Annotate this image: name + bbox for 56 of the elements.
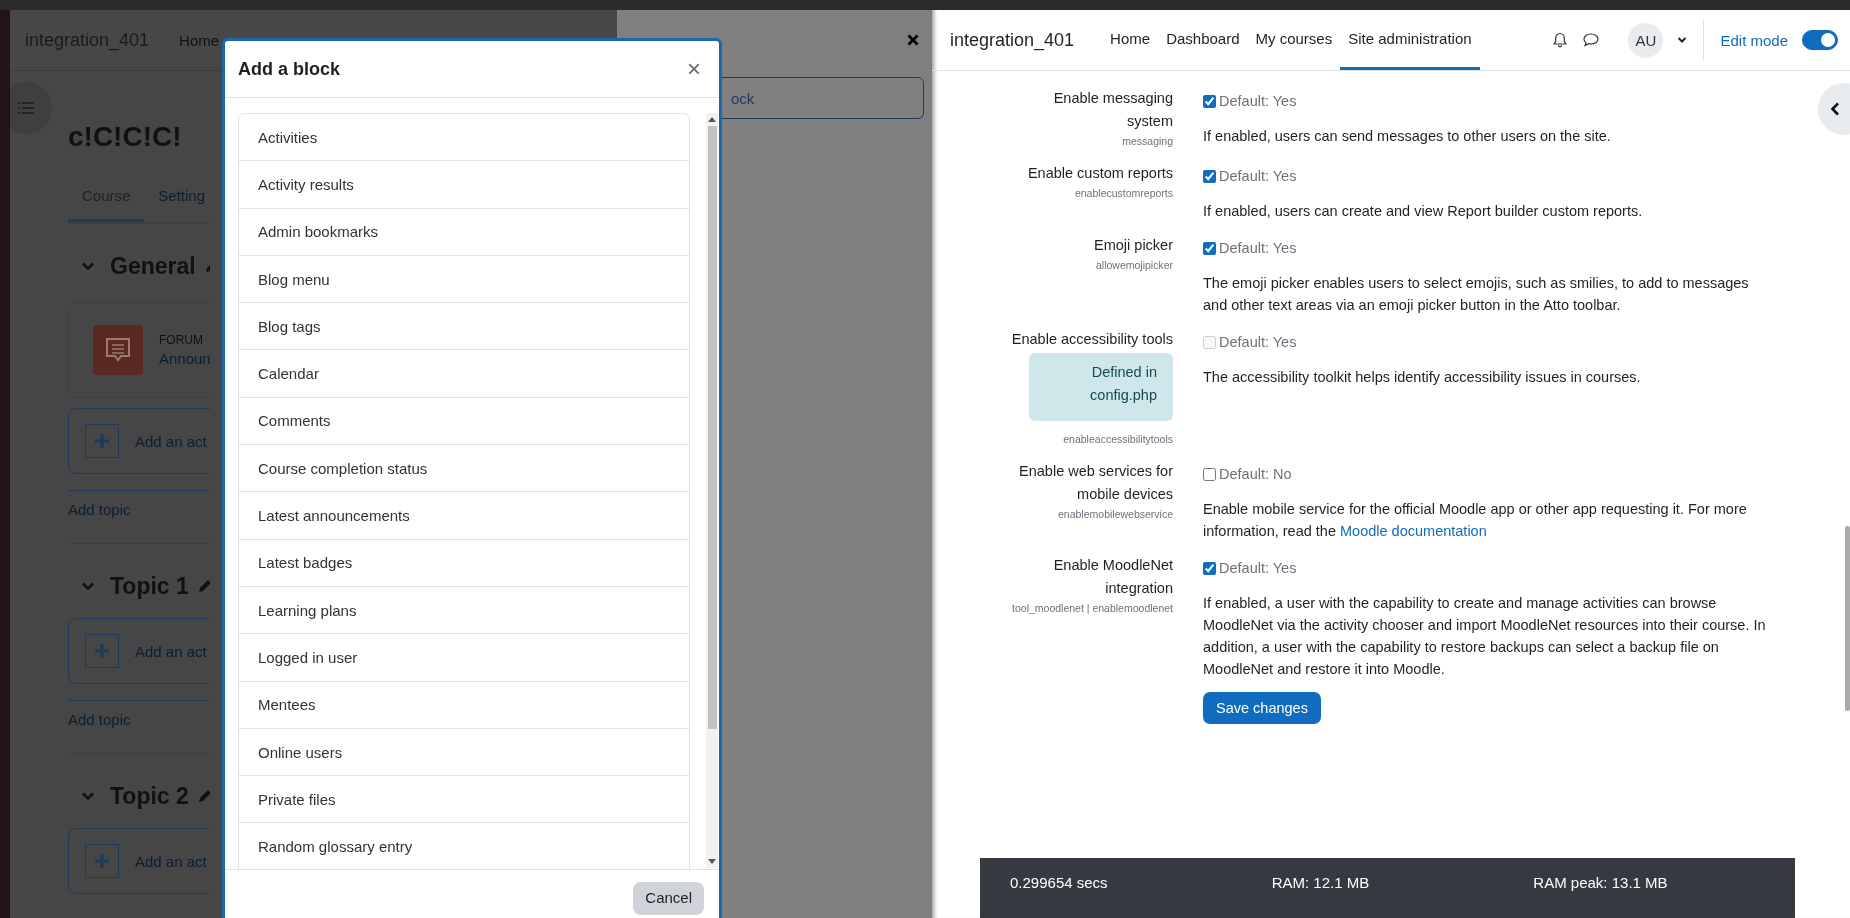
setting-description: If enabled, users can send messages to other users on the site. [1203,127,1612,146]
cancel-button[interactable]: Cancel [633,882,704,915]
block-option[interactable]: Online users [239,728,689,777]
default-value: Default: Yes [1219,240,1297,256]
setting-key: messaging [1122,133,1173,150]
block-option[interactable]: Latest badges [239,539,689,587]
setting-key: allowemojipicker [1095,257,1173,274]
user-avatar[interactable]: AU [1628,22,1664,58]
setting-label: Enable messaging system [1052,89,1173,131]
block-option[interactable]: Latest announcements [239,492,689,540]
block-option[interactable]: Activity results [239,161,689,209]
footer-stat: RAM: 12.1 MB [1271,874,1371,893]
block-option[interactable]: Admin bookmarks [239,208,689,256]
setting-key: enableaccessibilitytools [1063,431,1173,448]
nav-link[interactable]: Dashboard [1158,10,1248,70]
block-option[interactable]: Blog tags [239,303,689,351]
setting-label: Emoji picker [1094,236,1173,255]
block-option[interactable]: Course completion status [239,445,689,493]
setting-description: If enabled, a user with the capability to create and manage activities can browse MoodleNet via the activity chooser and import MoodleNet resources into their course. In addition, a user with the capability to restore backups can select a backup file on MoodleNet and restore it into Moodle. [1203,594,1767,679]
edit-mode-label[interactable]: Edit mode [1720,31,1788,49]
default-value: Default: Yes [1219,93,1297,109]
nav-link[interactable]: Home [1102,10,1159,70]
default-value: Default: Yes [1219,560,1297,576]
block-option[interactable]: Logged in user [239,634,689,682]
setting-description: The accessibility toolkit helps identify accessibility issues in courses. [1203,368,1642,387]
site-name[interactable]: integration_401 [950,29,1075,51]
documentation-link[interactable]: Moodle documentation [1340,523,1487,539]
setting-label: Enable MoodleNet integration [1052,556,1173,598]
block-option[interactable]: Calendar [239,350,689,398]
default-value: Default: Yes [1219,168,1297,184]
setting-key: enablemobilewebservice [1058,506,1173,523]
block-option[interactable]: Random glossary entry [239,823,689,869]
default-value: Default: Yes [1219,334,1297,350]
block-option[interactable]: Blog menu [239,255,689,304]
block-option[interactable]: Private files [239,776,689,824]
setting-description: If enabled, users can create and view Report builder custom reports. [1203,202,1644,221]
save-button[interactable]: Save changes [1203,692,1321,724]
block-option[interactable]: Learning plans [239,586,689,635]
nav-link[interactable]: Site administration [1340,10,1480,70]
footer-stat: RAM peak: 13.1 MB [1533,874,1669,893]
dialog-title: Add a block [238,58,340,80]
nav-link[interactable]: My courses [1247,10,1341,70]
footer-stat: 0.299654 secs [1010,874,1109,893]
setting-description: Enable mobile service for the official Moodle app or other app requesting it. For more information, read the Moodle documentation [1203,500,1748,541]
setting-key: tool_moodlenet | enablemoodlenet [1012,600,1173,617]
close-button[interactable]: × [687,57,701,81]
setting-description: The emoji picker enables users to select emojis, such as smilies, to add to messages and other text areas via an emoji picker button in the Atto toolbar. [1203,274,1750,315]
block-option[interactable]: Activities [239,114,689,162]
default-value: Default: No [1219,466,1292,482]
setting-label: Enable web services for mobile devices [1018,462,1173,504]
locked-note: Defined in config.php [1029,353,1173,421]
setting-label: Enable accessibility tools [1011,330,1173,349]
block-option[interactable]: Mentees [239,681,689,729]
setting-label: Enable custom reports [1027,164,1173,183]
setting-key: enablecustomreports [1074,185,1173,202]
block-option[interactable]: Comments [239,397,689,446]
